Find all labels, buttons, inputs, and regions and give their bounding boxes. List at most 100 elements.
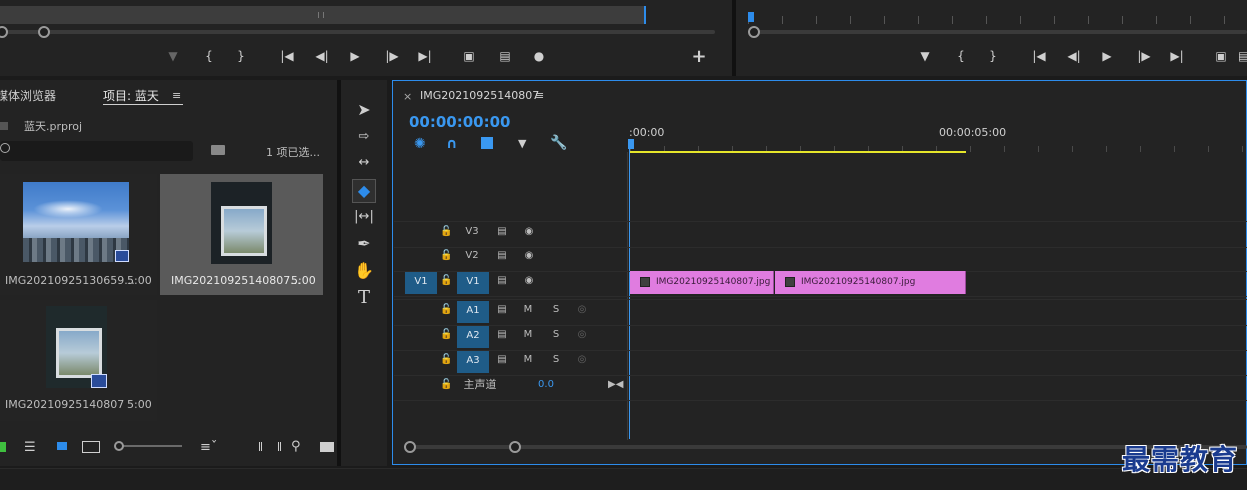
sync-lock-icon[interactable]: ▤ bbox=[494, 246, 510, 266]
step-forward-button[interactable]: |▶ bbox=[384, 47, 400, 65]
project-item-3[interactable]: IMG20210925140807 5:00 bbox=[0, 300, 157, 421]
button-editor-add[interactable]: + bbox=[690, 48, 708, 66]
program-go-to-in-button[interactable]: |◀ bbox=[1030, 47, 1048, 65]
lock-track-icon[interactable]: 🔓 bbox=[440, 300, 452, 320]
lock-track-icon[interactable]: 🔓 bbox=[440, 246, 452, 266]
snap-in-timeline-icon[interactable]: ✺ bbox=[414, 136, 426, 152]
timeline-clip-1[interactable]: IMG20210925140807.jpg bbox=[630, 271, 774, 294]
pen-tool-icon[interactable]: ✒ bbox=[353, 233, 375, 255]
sync-lock-icon[interactable]: ▤ bbox=[494, 271, 510, 291]
razor-tool-icon[interactable]: ◆ bbox=[352, 179, 376, 203]
program-step-forward-button[interactable]: |▶ bbox=[1136, 47, 1152, 65]
timeline-scroll-handle-left[interactable] bbox=[404, 441, 416, 453]
project-item-1[interactable]: IMG20210925130659... 5:00 bbox=[0, 174, 157, 295]
freeform-view-icon[interactable] bbox=[82, 441, 100, 453]
program-mark-in-button[interactable]: { bbox=[954, 47, 968, 65]
timeline-settings-icon[interactable]: 🔧 bbox=[550, 135, 567, 151]
find-icon[interactable]: ⚲ bbox=[291, 439, 301, 454]
search-input[interactable] bbox=[0, 141, 193, 161]
track-label[interactable]: V2 bbox=[458, 246, 486, 266]
toggle-output-icon[interactable]: ◉ bbox=[520, 246, 538, 266]
add-marker-icon[interactable]: ▼ bbox=[518, 137, 526, 150]
solo-button[interactable]: S bbox=[549, 325, 563, 345]
timecode[interactable]: 00:00:00:00 bbox=[409, 113, 511, 131]
export-frame-icon[interactable]: ● bbox=[530, 47, 548, 65]
source-playhead[interactable] bbox=[644, 6, 646, 24]
program-mark-out-button[interactable]: } bbox=[986, 47, 1000, 65]
lock-track-icon[interactable]: 🔓 bbox=[440, 271, 452, 291]
track-label[interactable]: A3 bbox=[457, 351, 489, 373]
zoom-slider-handle[interactable] bbox=[114, 441, 124, 451]
source-zoom-handle-left[interactable] bbox=[0, 26, 8, 38]
sort-icons-icon[interactable]: ≡ˇ bbox=[200, 440, 217, 455]
ripple-edit-tool-icon[interactable]: ↔ bbox=[353, 152, 375, 174]
icon-view-icon[interactable] bbox=[57, 442, 67, 450]
program-go-to-out-button[interactable]: ▶| bbox=[1168, 47, 1186, 65]
play-button[interactable]: ▶ bbox=[347, 47, 363, 65]
timeline-clip-2[interactable]: IMG20210925140807.jpg bbox=[775, 271, 966, 294]
selection-tool-icon[interactable]: ➤ bbox=[353, 99, 375, 121]
voice-over-icon[interactable]: ◎ bbox=[575, 300, 589, 320]
toggle-output-icon[interactable]: ◉ bbox=[520, 271, 538, 291]
track-label[interactable]: V1 bbox=[457, 272, 489, 294]
mute-button[interactable]: M bbox=[521, 350, 535, 370]
list-view-icon[interactable]: ☰ bbox=[24, 440, 36, 455]
tab-media-browser[interactable]: 媒体浏览器 bbox=[0, 87, 56, 104]
tab-project[interactable]: 项目: 蓝天 bbox=[103, 87, 159, 104]
new-bin-icon[interactable] bbox=[320, 442, 334, 452]
sequence-tab-menu-icon[interactable]: ≡ bbox=[535, 89, 544, 102]
timeline-scroll-handle-right[interactable] bbox=[509, 441, 521, 453]
solo-button[interactable]: S bbox=[549, 350, 563, 370]
track-select-tool-icon[interactable]: ⇨ bbox=[353, 126, 375, 148]
sync-lock-icon[interactable]: ▤ bbox=[494, 325, 510, 345]
track-label[interactable]: A2 bbox=[457, 326, 489, 348]
sequence-tab[interactable]: IMG20210925140807 bbox=[420, 89, 539, 102]
mark-in-button[interactable]: { bbox=[202, 47, 216, 65]
lock-track-icon[interactable]: 🔓 bbox=[440, 375, 452, 395]
track-label[interactable]: A1 bbox=[457, 301, 489, 323]
voice-over-icon[interactable]: ◎ bbox=[575, 325, 589, 345]
program-zoom-bar[interactable] bbox=[748, 30, 1247, 34]
go-to-out-button[interactable]: ▶| bbox=[416, 47, 434, 65]
slip-tool-icon[interactable]: |↔| bbox=[353, 206, 375, 228]
program-playhead[interactable] bbox=[748, 12, 754, 22]
toggle-output-icon[interactable]: ◉ bbox=[520, 222, 538, 242]
program-play-button[interactable]: ▶ bbox=[1099, 47, 1115, 65]
track-label[interactable]: V3 bbox=[458, 222, 486, 242]
mute-button[interactable]: M bbox=[521, 325, 535, 345]
lift-button[interactable]: ▣ bbox=[1210, 47, 1232, 65]
sync-lock-icon[interactable]: ▤ bbox=[494, 300, 510, 320]
master-expand-icon[interactable]: ▶◀ bbox=[608, 375, 623, 395]
insert-button[interactable]: ▣ bbox=[458, 47, 480, 65]
source-zoom-handle-right[interactable] bbox=[38, 26, 50, 38]
mute-button[interactable]: M bbox=[521, 300, 535, 320]
add-marker-button[interactable]: ▼ bbox=[166, 47, 180, 65]
source-zoom-bar[interactable] bbox=[0, 30, 715, 34]
project-item-2[interactable]: IMG20210925140807... 5:00 bbox=[160, 174, 323, 295]
lock-icon[interactable] bbox=[0, 442, 6, 452]
solo-button[interactable]: S bbox=[549, 300, 563, 320]
lock-track-icon[interactable]: 🔓 bbox=[440, 222, 452, 242]
overwrite-button[interactable]: ▤ bbox=[494, 47, 516, 65]
source-patch-v1[interactable]: V1 bbox=[405, 272, 437, 294]
lock-track-icon[interactable]: 🔓 bbox=[440, 350, 452, 370]
hand-tool-icon[interactable]: ✋ bbox=[353, 260, 375, 282]
program-add-marker-button[interactable]: ▼ bbox=[918, 47, 932, 65]
zoom-slider[interactable] bbox=[118, 445, 182, 447]
voice-over-icon[interactable]: ◎ bbox=[575, 350, 589, 370]
sync-lock-icon[interactable]: ▤ bbox=[494, 222, 510, 242]
program-zoom-handle[interactable] bbox=[748, 26, 760, 38]
new-bin-from-search-icon[interactable] bbox=[211, 145, 225, 155]
project-tab-menu-icon[interactable]: ≡ bbox=[172, 89, 181, 102]
program-step-back-button[interactable]: ◀| bbox=[1066, 47, 1082, 65]
extract-button[interactable]: ▤ bbox=[1238, 47, 1247, 65]
go-to-in-button[interactable]: |◀ bbox=[278, 47, 296, 65]
insert-sequence-nested-icon[interactable] bbox=[481, 137, 493, 149]
automate-to-sequence-icon[interactable] bbox=[259, 442, 281, 451]
close-sequence-icon[interactable]: × bbox=[403, 90, 412, 103]
work-area-bar[interactable] bbox=[630, 151, 966, 153]
mark-out-button[interactable]: } bbox=[234, 47, 248, 65]
master-volume-value[interactable]: 0.0 bbox=[534, 375, 558, 395]
linked-selection-icon[interactable]: ∩ bbox=[446, 136, 457, 152]
timeline-playhead-head[interactable] bbox=[628, 139, 634, 149]
